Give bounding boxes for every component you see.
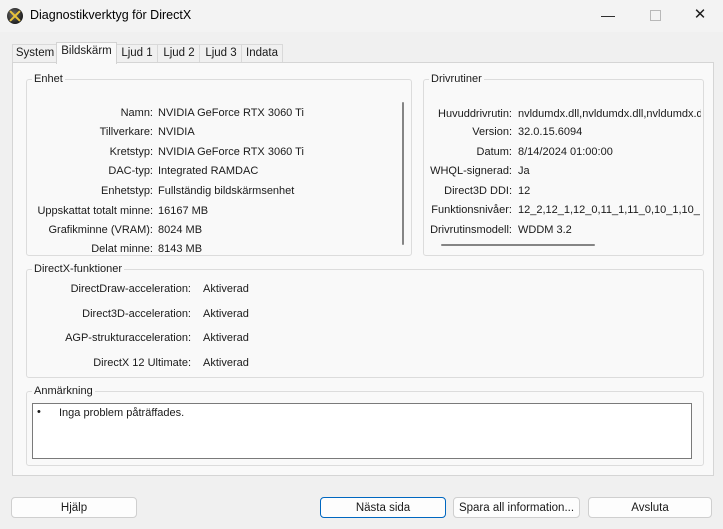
driver-main-driver-label: Huvuddrivrutin: xyxy=(438,108,512,120)
features-legend: DirectX-funktioner xyxy=(34,263,123,275)
tab-bildskarm[interactable]: Bildskärm xyxy=(56,42,117,64)
maximize-icon xyxy=(649,9,661,21)
maximize-button xyxy=(632,0,678,32)
minimize-button[interactable]: — xyxy=(585,0,631,32)
tab-ljud-3[interactable]: Ljud 3 xyxy=(199,44,243,63)
drivers-legend: Drivrutiner xyxy=(431,73,482,85)
device-manufacturer-label: Tillverkare: xyxy=(99,126,153,138)
driver-feature-levels-label: Funktionsnivåer: xyxy=(431,204,512,216)
device-vram-value: 8024 MB xyxy=(158,224,203,236)
feature-agp-label: AGP-strukturacceleration: xyxy=(65,332,191,344)
driver-driver-model-value: WDDM 3.2 xyxy=(518,224,572,236)
driver-version-label: Version: xyxy=(472,126,512,138)
minimize-icon: — xyxy=(601,7,615,23)
close-icon: ✕ xyxy=(693,6,707,23)
feature-directdraw-label: DirectDraw-acceleration: xyxy=(70,283,191,295)
device-shared-memory-label: Delat minne: xyxy=(91,243,153,255)
feature-directdraw-value: Aktiverad xyxy=(203,283,249,295)
feature-agp-value: Aktiverad xyxy=(203,332,249,344)
next-page-button[interactable]: Nästa sida xyxy=(320,497,446,518)
directx-app-icon xyxy=(7,8,23,24)
help-button[interactable]: Hjälp xyxy=(11,497,137,518)
tab-ljud-2[interactable]: Ljud 2 xyxy=(157,44,201,63)
driver-whql-label: WHQL-signerad: xyxy=(430,165,512,177)
notes-text: Inga problem påträffades. xyxy=(59,407,185,419)
device-dac-type-value: Integrated RAMDAC xyxy=(158,165,259,177)
notes-bullet: • xyxy=(37,406,41,418)
driver-whql-value: Ja xyxy=(518,165,530,177)
notes-legend: Anmärkning xyxy=(34,385,93,397)
device-scrollbar[interactable] xyxy=(402,102,404,245)
device-chip-type-label: Kretstyp: xyxy=(109,146,153,158)
driver-d3d-ddi-label: Direct3D DDI: xyxy=(444,185,512,197)
title-bar: Diagnostikverktyg för DirectX — ✕ xyxy=(0,0,723,32)
tab-system[interactable]: System xyxy=(12,44,58,63)
driver-main-driver-value: nvldumdx.dll,nvldumdx.dll,nvldumdx.d xyxy=(518,108,701,120)
feature-dx12-ultimate-label: DirectX 12 Ultimate: xyxy=(93,357,191,369)
close-button[interactable]: ✕ xyxy=(677,0,723,32)
drivers-viewport: Huvuddrivrutin: nvldumdx.dll,nvldumdx.dl… xyxy=(424,100,701,245)
device-total-memory-value: 16167 MB xyxy=(158,205,209,217)
feature-direct3d-label: Direct3D-acceleration: xyxy=(82,308,191,320)
device-name-value: NVIDIA GeForce RTX 3060 Ti xyxy=(158,107,304,119)
device-device-type-value: Fullständig bildskärmsenhet xyxy=(158,185,295,197)
feature-dx12-ultimate-value: Aktiverad xyxy=(203,357,249,369)
device-chip-type-value: NVIDIA GeForce RTX 3060 Ti xyxy=(158,146,304,158)
driver-d3d-ddi-value: 12 xyxy=(518,185,531,197)
driver-date-value: 8/14/2024 01:00:00 xyxy=(518,146,613,158)
exit-button[interactable]: Avsluta xyxy=(588,497,712,518)
device-name-label: Namn: xyxy=(120,107,153,119)
device-total-memory-label: Uppskattat totalt minne: xyxy=(37,205,153,217)
device-vram-label: Grafikminne (VRAM): xyxy=(48,224,153,236)
device-shared-memory-value: 8143 MB xyxy=(158,243,203,255)
device-legend: Enhet xyxy=(34,73,63,85)
driver-driver-model-label: Drivrutinsmodell: xyxy=(430,224,512,236)
save-all-information-button[interactable]: Spara all information... xyxy=(453,497,580,518)
device-dac-type-label: DAC-typ: xyxy=(108,165,153,177)
device-manufacturer-value: NVIDIA xyxy=(158,126,195,138)
feature-direct3d-value: Aktiverad xyxy=(203,308,249,320)
window-title: Diagnostikverktyg för DirectX xyxy=(30,8,192,22)
driver-version-value: 32.0.15.6094 xyxy=(518,126,583,138)
device-device-type-label: Enhetstyp: xyxy=(101,185,153,197)
notes-textbox[interactable]: • Inga problem påträffades. xyxy=(32,403,692,459)
tab-indata[interactable]: Indata xyxy=(241,44,283,63)
driver-date-label: Datum: xyxy=(476,146,512,158)
drivers-scrollbar[interactable] xyxy=(441,244,595,246)
tab-ljud-1[interactable]: Ljud 1 xyxy=(115,44,159,63)
driver-feature-levels-value: 12_2,12_1,12_0,11_1,11_0,10_1,10_ xyxy=(518,204,700,216)
